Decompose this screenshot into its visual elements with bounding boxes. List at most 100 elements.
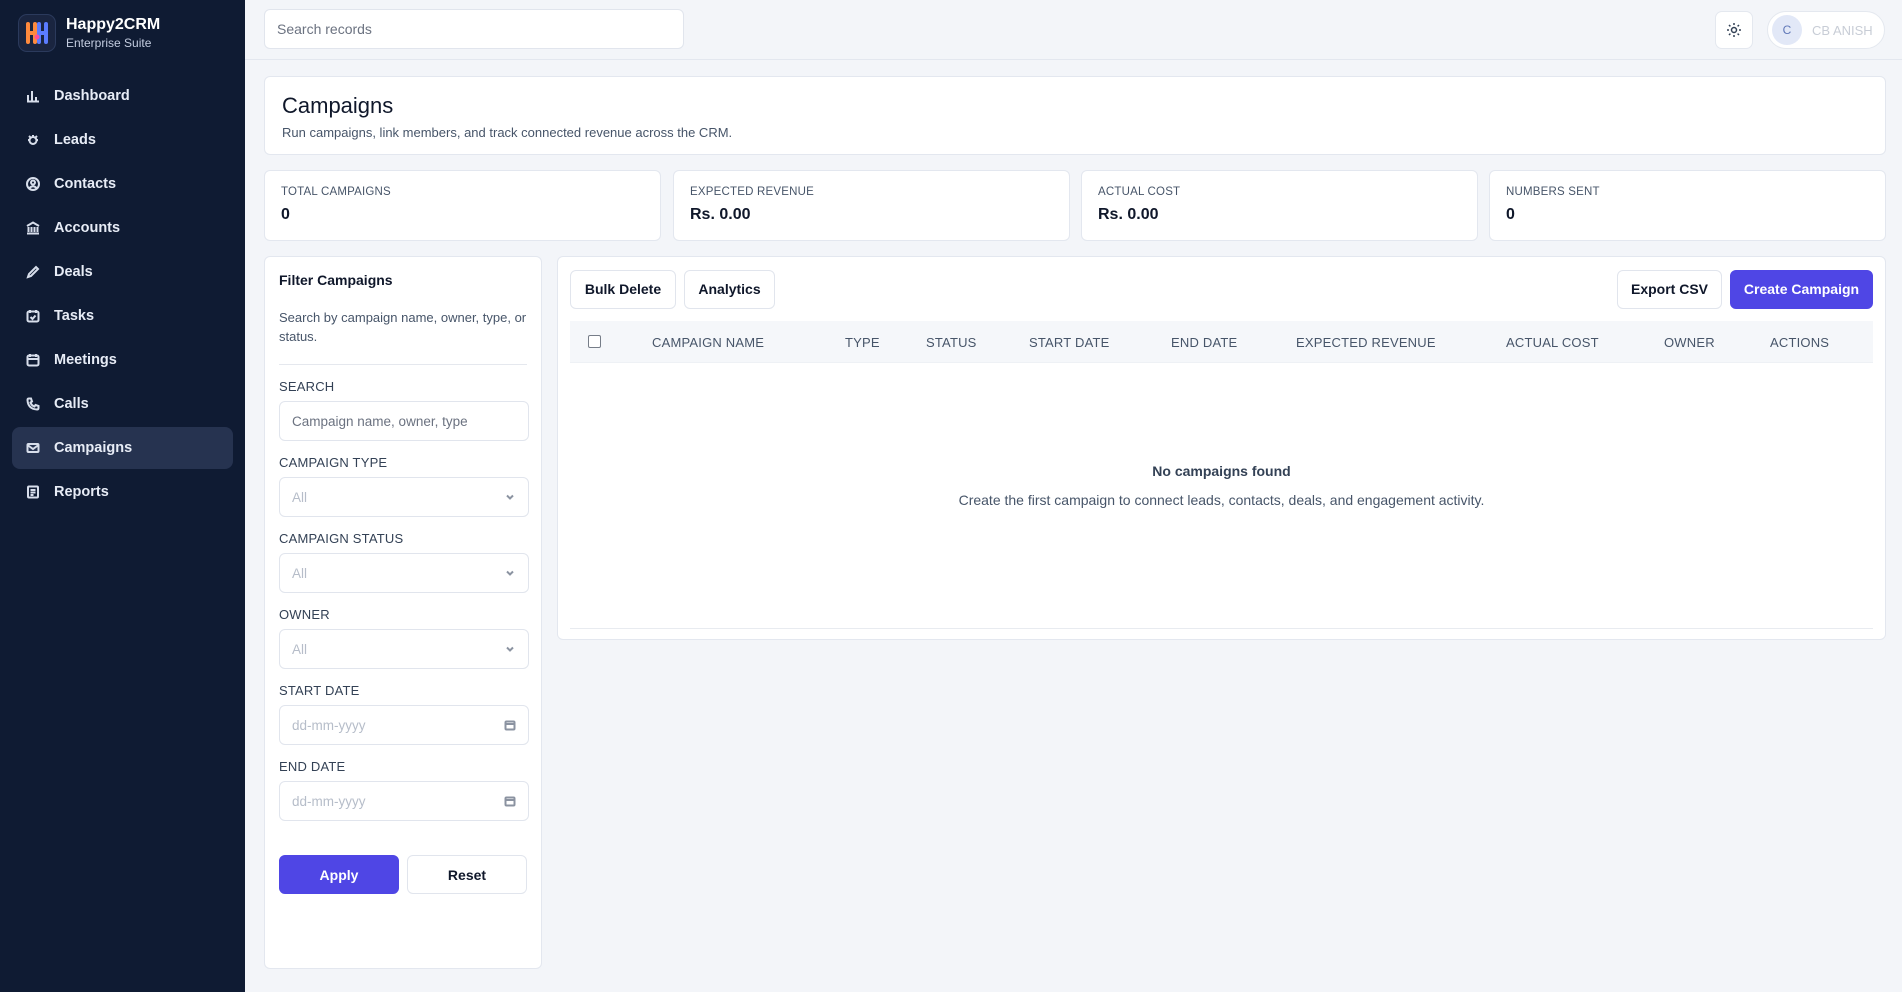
sidebar-item-accounts[interactable]: Accounts (12, 207, 233, 249)
calendar-icon[interactable] (504, 719, 516, 731)
column-header-start-date[interactable]: START DATE (1029, 335, 1110, 350)
search-placeholder: Campaign name, owner, type (292, 413, 468, 429)
app-logo-icon (18, 14, 56, 52)
page-subtitle: Run campaigns, link members, and track c… (282, 125, 733, 140)
filter-panel: Filter Campaigns Search by campaign name… (264, 256, 542, 969)
empty-state: No campaigns found Create the first camp… (570, 463, 1873, 508)
phone-icon (26, 397, 40, 411)
select-value: All (292, 489, 308, 505)
stat-label: EXPECTED REVENUE (690, 186, 814, 198)
sidebar-item-tasks[interactable]: Tasks (12, 295, 233, 337)
user-menu[interactable]: C CB ANISH (1767, 11, 1885, 49)
campaign-type-label: CAMPAIGN TYPE (279, 455, 388, 470)
column-header-type[interactable]: TYPE (845, 335, 880, 350)
column-header-status[interactable]: STATUS (926, 335, 977, 350)
owner-select[interactable]: All (279, 629, 529, 669)
campaign-type-select[interactable]: All (279, 477, 529, 517)
sidebar-item-label: Calls (54, 396, 89, 412)
sidebar-item-label: Meetings (54, 352, 117, 368)
date-placeholder: dd-mm-yyyy (292, 717, 366, 733)
page-title: Campaigns (282, 93, 394, 118)
table-header: CAMPAIGN NAME TYPE STATUS START DATE END… (570, 321, 1873, 363)
create-campaign-button[interactable]: Create Campaign (1730, 269, 1873, 309)
gear-icon (1727, 23, 1741, 37)
stat-expected-revenue: EXPECTED REVENUE Rs. 0.00 (673, 170, 1070, 241)
column-header-expected-revenue[interactable]: EXPECTED REVENUE (1296, 335, 1436, 350)
sidebar-item-calls[interactable]: Calls (12, 383, 233, 425)
campaign-search-input[interactable]: Campaign name, owner, type (279, 401, 529, 441)
app-name: Happy2CRM (66, 16, 161, 33)
start-date-label: START DATE (279, 683, 360, 698)
sidebar-item-dashboard[interactable]: Dashboard (12, 75, 233, 117)
avatar: C (1772, 15, 1802, 45)
user-name: CB ANISH (1812, 22, 1873, 38)
user-circle-icon (26, 177, 40, 191)
sidebar-item-label: Tasks (54, 308, 95, 324)
reset-button[interactable]: Reset (407, 855, 527, 894)
sidebar-item-label: Campaigns (54, 440, 133, 456)
column-header-actions: ACTIONS (1770, 335, 1830, 350)
column-header-owner[interactable]: OWNER (1664, 335, 1715, 350)
mail-icon (26, 441, 40, 455)
sidebar-item-meetings[interactable]: Meetings (12, 339, 233, 381)
end-date-input[interactable]: dd-mm-yyyy (279, 781, 529, 821)
sidebar-item-leads[interactable]: Leads (12, 119, 233, 161)
start-date-input[interactable]: dd-mm-yyyy (279, 705, 529, 745)
chevron-down-icon (506, 494, 514, 500)
empty-state-text: Create the first campaign to connect lea… (958, 492, 1485, 508)
stat-total-campaigns: TOTAL CAMPAIGNS 0 (264, 170, 661, 241)
apply-button[interactable]: Apply (279, 855, 399, 894)
date-placeholder: dd-mm-yyyy (292, 793, 366, 809)
report-icon (26, 485, 40, 499)
global-search-input[interactable] (264, 9, 684, 49)
stat-value: 0 (1506, 206, 1515, 223)
app-subtitle: Enterprise Suite (66, 36, 152, 50)
stat-value: Rs. 0.00 (1098, 206, 1159, 223)
chart-icon (26, 89, 40, 103)
sidebar-item-label: Leads (54, 132, 96, 148)
settings-button[interactable] (1715, 11, 1753, 49)
campaign-status-select[interactable]: All (279, 553, 529, 593)
sidebar-item-contacts[interactable]: Contacts (12, 163, 233, 205)
sidebar-item-label: Contacts (54, 176, 117, 192)
sidebar-item-deals[interactable]: Deals (12, 251, 233, 293)
chevron-down-icon (506, 570, 514, 576)
search-label: SEARCH (279, 379, 335, 394)
sidebar-nav: Dashboard Leads Contacts Accounts Deals … (0, 75, 245, 513)
sidebar-item-label: Dashboard (54, 88, 130, 104)
export-csv-button[interactable]: Export CSV (1617, 269, 1722, 309)
stat-label: ACTUAL COST (1098, 186, 1181, 198)
calendar-check-icon (26, 309, 40, 323)
column-header-campaign-name[interactable]: CAMPAIGN NAME (652, 335, 764, 350)
bulk-delete-button[interactable]: Bulk Delete (570, 269, 676, 309)
calendar-icon (26, 353, 40, 367)
column-header-actual-cost[interactable]: ACTUAL COST (1506, 335, 1599, 350)
campaign-status-label: CAMPAIGN STATUS (279, 531, 404, 546)
topbar: C CB ANISH (245, 0, 1902, 60)
stat-label: NUMBERS SENT (1506, 186, 1600, 198)
chevron-down-icon (506, 646, 514, 652)
select-all-checkbox[interactable] (588, 335, 601, 348)
bug-icon (26, 133, 40, 147)
sidebar-item-reports[interactable]: Reports (12, 471, 233, 513)
column-header-end-date[interactable]: END DATE (1171, 335, 1237, 350)
brand[interactable]: Happy2CRM Enterprise Suite (0, 0, 245, 66)
filter-title: Filter Campaigns (279, 272, 393, 288)
end-date-label: END DATE (279, 759, 346, 774)
stat-value: Rs. 0.00 (690, 206, 751, 223)
pen-icon (26, 265, 40, 279)
stat-numbers-sent: NUMBERS SENT 0 (1489, 170, 1886, 241)
calendar-icon[interactable] (504, 795, 516, 807)
select-value: All (292, 641, 308, 657)
table-divider (570, 628, 1873, 629)
page-header: Campaigns Run campaigns, link members, a… (264, 76, 1886, 155)
sidebar: Happy2CRM Enterprise Suite Dashboard Lea… (0, 0, 245, 992)
select-value: All (292, 565, 308, 581)
bank-icon (26, 221, 40, 235)
stat-actual-cost: ACTUAL COST Rs. 0.00 (1081, 170, 1478, 241)
owner-label: OWNER (279, 607, 330, 622)
stat-label: TOTAL CAMPAIGNS (281, 186, 391, 198)
analytics-button[interactable]: Analytics (684, 269, 775, 309)
sidebar-item-campaigns[interactable]: Campaigns (12, 427, 233, 469)
sidebar-item-label: Accounts (54, 220, 121, 236)
